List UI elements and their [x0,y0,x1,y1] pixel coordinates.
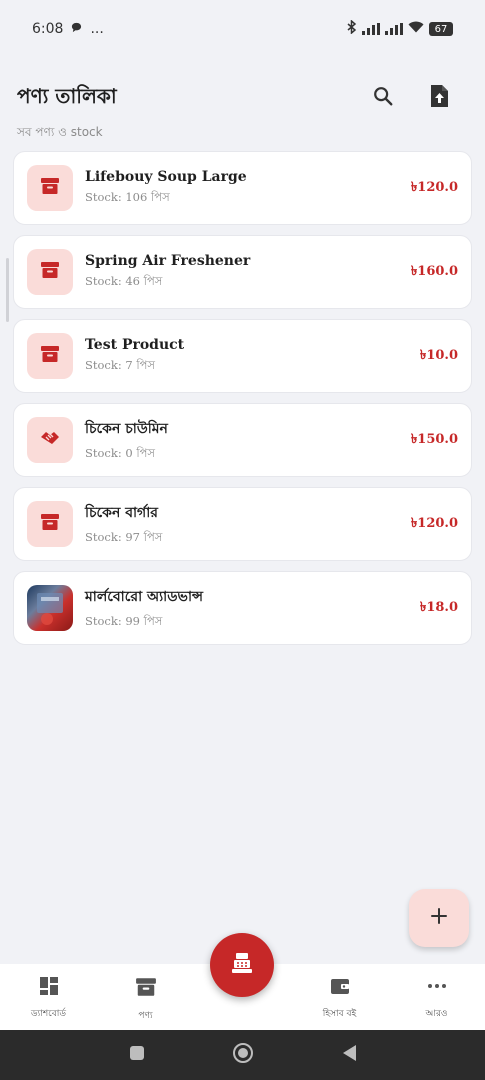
product-card[interactable]: মার্লবোরো অ্যাডভান্স Stock: 99 পিস ৳18.0 [13,571,472,645]
back-button[interactable] [337,1043,361,1067]
product-name: Spring Air Freshener [85,252,251,269]
nav-dashboard-label: ড্যাশবোর্ড [30,1009,67,1019]
product-card[interactable]: Lifebouy Soup Large Stock: 106 পিস ৳120.… [13,151,472,225]
home-button[interactable] [231,1043,255,1067]
product-photo [27,585,73,631]
nav-dashboard[interactable]: ড্যাশবোর্ড [9,976,89,1021]
nav-more-label: আরও [425,1009,448,1019]
product-card[interactable]: চিকেন চাউমিন Stock: 0 পিস ৳150.0 [13,403,472,477]
battery-icon: 67 [429,22,453,36]
product-name: মার্লবোরো অ্যাডভান্স [85,588,204,605]
product-info: মার্লবোরো অ্যাডভান্স Stock: 99 পিস [85,585,420,632]
product-name: Lifebouy Soup Large [85,168,247,185]
product-name: চিকেন বার্গার [85,504,158,521]
product-info: Spring Air Freshener Stock: 46 পিস [85,253,411,292]
status-more: ... [90,21,104,37]
header-actions [370,85,452,111]
archive-box-icon [135,976,157,1002]
nav-products[interactable]: পণ্য [106,976,186,1023]
archive-box-icon [40,176,60,200]
product-thumbnail [27,417,73,463]
product-stock: Stock: 7 পিস [85,357,156,372]
status-time: 6:08 [32,21,64,37]
plus-icon [430,907,448,929]
wallet-icon [330,976,350,1000]
product-price: ৳160.0 [410,263,458,279]
product-info: Lifebouy Soup Large Stock: 106 পিস [85,169,411,208]
product-card[interactable]: Spring Air Freshener Stock: 46 পিস ৳160.… [13,235,472,309]
product-thumbnail [27,333,73,379]
product-thumbnail [27,501,73,547]
back-triangle-icon [341,1044,357,1066]
cash-register-icon [230,951,254,979]
scrollbar[interactable] [6,258,9,322]
signal-icon [362,23,380,35]
product-stock: Stock: 46 পিস [85,273,163,288]
product-card[interactable]: Test Product Stock: 7 পিস ৳10.0 [13,319,472,393]
product-price: ৳10.0 [419,347,458,363]
page-subtitle: সব পণ্য ও stock [17,125,103,139]
recent-apps-button[interactable] [125,1043,149,1067]
product-info: চিকেন বার্গার Stock: 97 পিস [85,501,411,548]
product-stock: Stock: 97 পিস [85,529,163,544]
product-card[interactable]: চিকেন বার্গার Stock: 97 পিস ৳120.0 [13,487,472,561]
pos-button[interactable] [210,933,274,997]
signal-icon-2 [385,23,403,35]
product-name: চিকেন চাউমিন [85,420,168,437]
archive-box-icon [40,344,60,368]
product-thumbnail [27,165,73,211]
more-horizontal-icon [427,976,447,1000]
product-info: Test Product Stock: 7 পিস [85,337,420,376]
product-name: Test Product [85,336,185,353]
status-right: 67 [347,19,453,38]
page-header: পণ্য তালিকা [17,78,468,118]
product-info: চিকেন চাউমিন Stock: 0 পিস [85,417,411,464]
archive-box-icon [40,260,60,284]
status-left: 6:08 ... [32,21,104,37]
nav-more[interactable]: আরও [397,976,477,1021]
wifi-icon [408,21,424,37]
product-price: ৳120.0 [410,179,458,195]
search-icon [372,85,394,111]
system-nav-bar [0,1030,485,1080]
nav-ledger-label: হিসাব বই [322,1009,357,1019]
status-bar: 6:08 ... 67 [0,0,485,58]
product-price: ৳18.0 [419,599,458,615]
nav-ledger[interactable]: হিসাব বই [300,976,380,1021]
bluetooth-icon [347,19,357,38]
product-stock: Stock: 99 পিস [85,613,163,628]
handshake-icon [39,428,61,452]
product-list: Lifebouy Soup Large Stock: 106 পিস ৳120.… [13,151,472,655]
nav-products-label: পণ্য [138,1011,153,1021]
dashboard-icon [39,976,59,1000]
product-price: ৳150.0 [410,431,458,447]
search-button[interactable] [370,85,396,111]
chat-bubble-icon [71,21,82,37]
add-product-button[interactable] [409,889,469,947]
product-thumbnail [27,249,73,295]
page-title: পণ্য তালিকা [17,83,117,108]
product-stock: Stock: 106 পিস [85,189,170,204]
square-icon [129,1045,145,1065]
product-stock: Stock: 0 পিস [85,445,156,460]
file-upload-icon [429,84,449,112]
product-price: ৳120.0 [410,515,458,531]
upload-button[interactable] [426,85,452,111]
archive-box-icon [40,512,60,536]
home-circle-icon [232,1042,254,1068]
